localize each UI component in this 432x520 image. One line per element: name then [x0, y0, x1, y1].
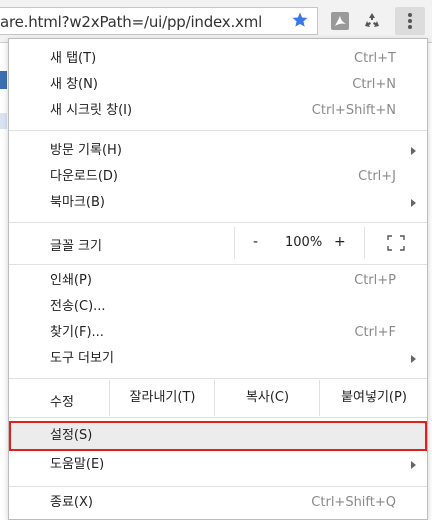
paste-button[interactable]: 붙여넣기(P): [319, 380, 428, 416]
menu-separator: [9, 264, 427, 265]
edit-row: 수정 잘라내기(T) 복사(C) 붙여넣기(P): [9, 380, 427, 416]
cut-button[interactable]: 잘라내기(T): [109, 380, 215, 416]
menu-separator: [9, 486, 427, 487]
pdf-extension-icon[interactable]: [330, 11, 350, 31]
submenu-arrow-icon: [411, 355, 416, 363]
menu-item-exit[interactable]: 종료(X) Ctrl+Shift+Q: [9, 490, 427, 516]
zoom-row: 글꼴 크기 - 100% +: [9, 227, 427, 259]
menu-separator: [9, 378, 427, 379]
page-fragment: [0, 113, 7, 129]
zoom-label: 글꼴 크기: [50, 239, 102, 254]
submenu-arrow-icon: [411, 461, 416, 469]
zoom-level: 100%: [285, 235, 323, 250]
star-icon[interactable]: [291, 11, 309, 29]
fullscreen-button[interactable]: [364, 227, 429, 259]
edit-label: 수정: [50, 395, 74, 410]
menu-item-more-tools[interactable]: 도구 더보기: [9, 346, 427, 372]
zoom-out-button[interactable]: -: [253, 234, 258, 250]
submenu-arrow-icon: [411, 199, 416, 207]
menu-item-new-incognito-window[interactable]: 새 시크릿 창(I) Ctrl+Shift+N: [9, 98, 427, 124]
menu-item-bookmarks[interactable]: 북마크(B): [9, 190, 427, 216]
page-background: [0, 43, 8, 520]
chrome-main-menu: 새 탭(T) Ctrl+T 새 창(N) Ctrl+N 새 시크릿 창(I) C…: [8, 38, 428, 520]
url-text[interactable]: are.html?w2xPath=/ui/pp/index.xml: [0, 13, 262, 31]
settings-highlight-box: [9, 421, 427, 451]
menu-separator: [9, 130, 427, 131]
menu-separator: [9, 417, 427, 418]
submenu-arrow-icon: [411, 147, 416, 155]
menu-item-cast[interactable]: 전송(C)...: [9, 294, 427, 320]
fullscreen-icon: [387, 235, 405, 251]
page-fragment: [0, 71, 7, 89]
address-bar[interactable]: are.html?w2xPath=/ui/pp/index.xml: [0, 7, 318, 35]
copy-button[interactable]: 복사(C): [214, 380, 320, 416]
recycle-extension-icon[interactable]: [362, 11, 382, 31]
more-vert-icon[interactable]: [395, 7, 425, 35]
menu-item-history[interactable]: 방문 기록(H): [9, 138, 427, 164]
menu-item-new-window[interactable]: 새 창(N) Ctrl+N: [9, 72, 427, 98]
browser-toolbar: are.html?w2xPath=/ui/pp/index.xml: [0, 0, 432, 43]
zoom-controls: - 100% +: [234, 227, 428, 259]
menu-item-downloads[interactable]: 다운로드(D) Ctrl+J: [9, 164, 427, 190]
menu-separator: [9, 222, 427, 223]
menu-item-new-tab[interactable]: 새 탭(T) Ctrl+T: [9, 46, 427, 72]
menu-item-help[interactable]: 도움말(E): [9, 452, 427, 478]
menu-item-find[interactable]: 찾기(F)... Ctrl+F: [9, 320, 427, 346]
menu-item-print[interactable]: 인쇄(P) Ctrl+P: [9, 268, 427, 294]
zoom-in-button[interactable]: +: [334, 234, 346, 250]
